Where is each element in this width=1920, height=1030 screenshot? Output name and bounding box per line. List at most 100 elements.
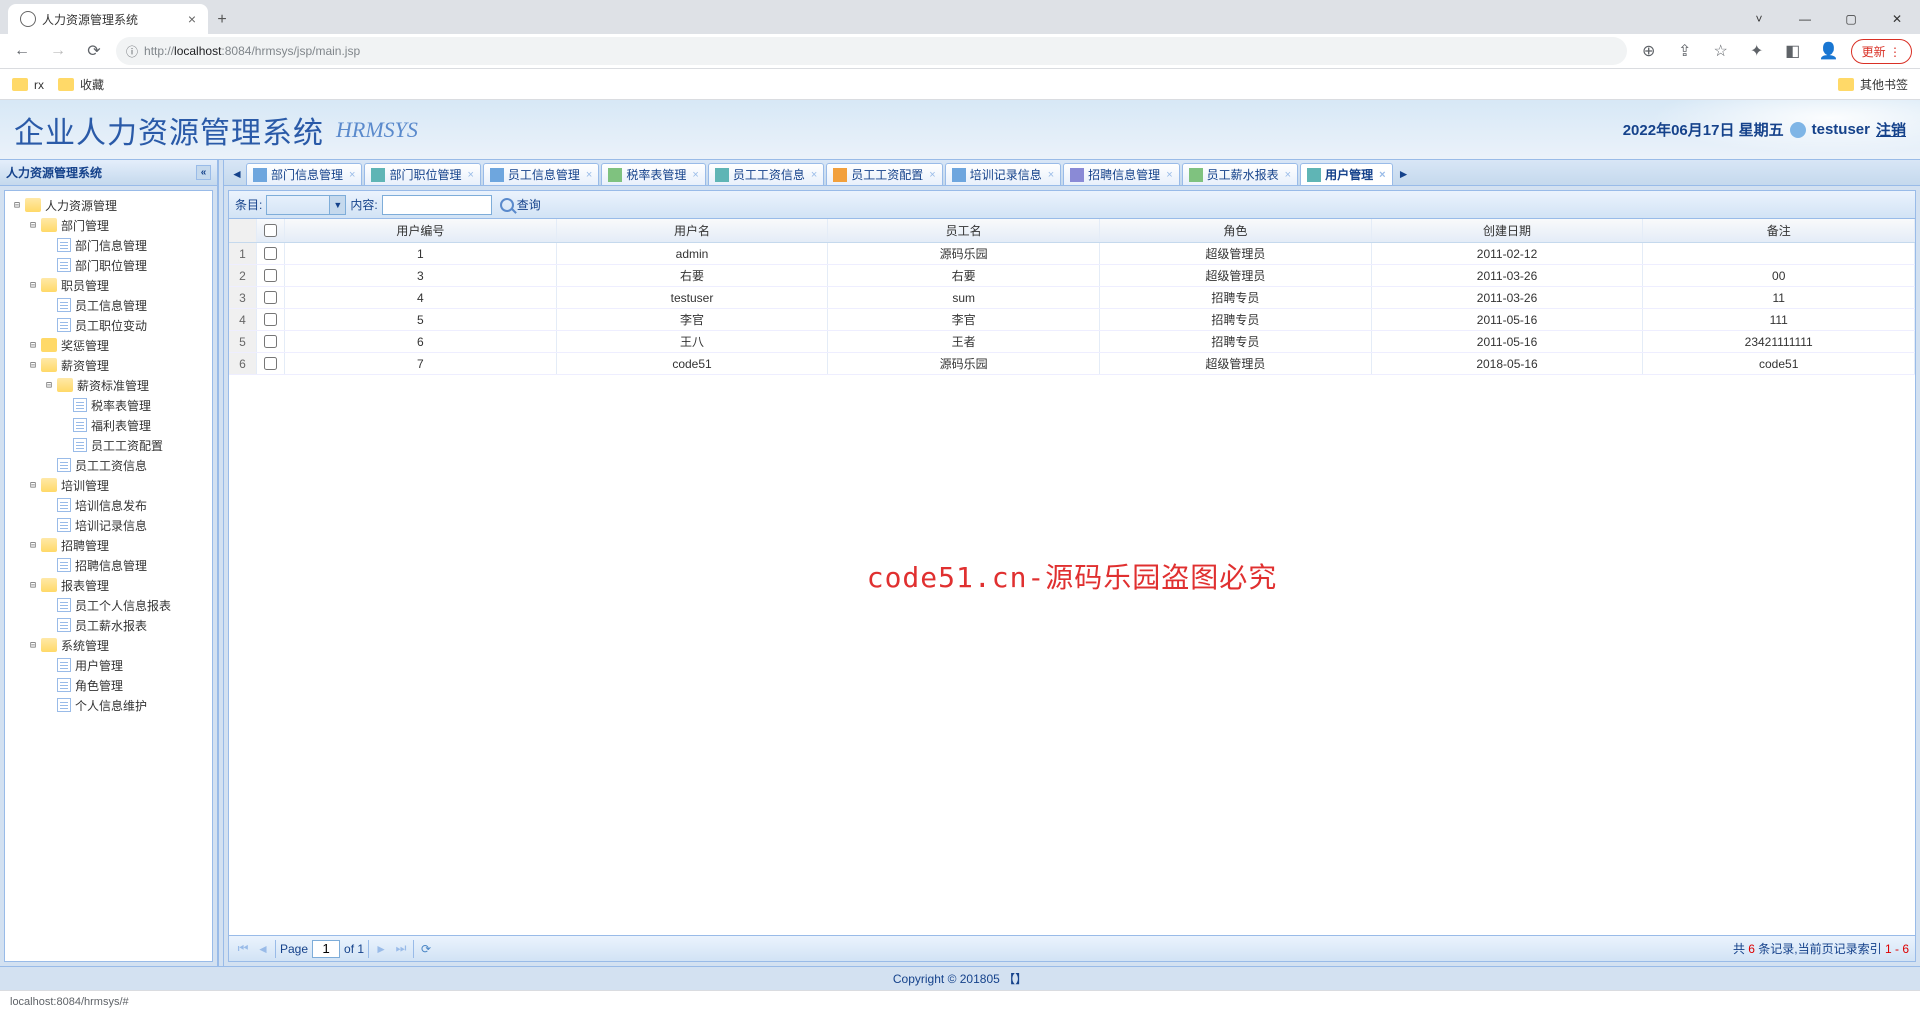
tree-folder[interactable]: ⊟系统管理: [5, 635, 212, 655]
col-header[interactable]: 创建日期: [1372, 219, 1644, 242]
toggle-icon[interactable]: [57, 417, 73, 433]
toggle-icon[interactable]: [57, 397, 73, 413]
table-row[interactable]: 67code51源码乐园超级管理员2018-05-16code51: [229, 353, 1915, 375]
toggle-icon[interactable]: [41, 297, 57, 313]
extensions-icon[interactable]: ✦: [1743, 37, 1771, 65]
close-icon[interactable]: ✕: [1874, 4, 1920, 34]
next-page-icon[interactable]: ►: [373, 941, 389, 957]
row-check[interactable]: [257, 287, 285, 308]
close-tab-icon[interactable]: ×: [1166, 169, 1172, 181]
toggle-icon[interactable]: ⊟: [25, 337, 41, 353]
toggle-icon[interactable]: ⊟: [41, 377, 57, 393]
row-checkbox[interactable]: [264, 269, 277, 282]
toggle-icon[interactable]: [41, 457, 57, 473]
row-checkbox[interactable]: [264, 291, 277, 304]
toggle-icon[interactable]: [41, 237, 57, 253]
browser-tab[interactable]: 人力资源管理系统 ×: [8, 4, 208, 34]
row-check[interactable]: [257, 243, 285, 264]
toggle-icon[interactable]: [41, 557, 57, 573]
toggle-icon[interactable]: ⊟: [25, 217, 41, 233]
row-check[interactable]: [257, 353, 285, 374]
page-input[interactable]: [312, 940, 340, 958]
first-page-icon[interactable]: ⏮: [235, 941, 251, 957]
tree-leaf[interactable]: 个人信息维护: [5, 695, 212, 715]
update-button[interactable]: 更新 ⋮: [1851, 39, 1912, 64]
search-button[interactable]: 查询: [496, 195, 545, 215]
bookmark-item[interactable]: rx: [12, 78, 44, 92]
panel-icon[interactable]: ◧: [1779, 37, 1807, 65]
last-page-icon[interactable]: ⏭: [393, 941, 409, 957]
tab-scroll-left-icon[interactable]: ◄: [228, 163, 246, 185]
tree-leaf[interactable]: 员工工资配置: [5, 435, 212, 455]
close-tab-icon[interactable]: ×: [1048, 169, 1054, 181]
tree-folder[interactable]: ⊟招聘管理: [5, 535, 212, 555]
content-tab[interactable]: 培训记录信息×: [945, 163, 1061, 185]
close-tab-icon[interactable]: ×: [586, 169, 592, 181]
tree-leaf[interactable]: 员工信息管理: [5, 295, 212, 315]
content-tab[interactable]: 部门信息管理×: [246, 163, 362, 185]
close-tab-icon[interactable]: ×: [467, 169, 473, 181]
content-tab[interactable]: 员工信息管理×: [483, 163, 599, 185]
toggle-icon[interactable]: ⊟: [25, 277, 41, 293]
tree-leaf[interactable]: 招聘信息管理: [5, 555, 212, 575]
content-tab[interactable]: 税率表管理×: [601, 163, 705, 185]
tree-folder[interactable]: ⊟职员管理: [5, 275, 212, 295]
tree-leaf[interactable]: 部门信息管理: [5, 235, 212, 255]
tree-leaf[interactable]: 员工薪水报表: [5, 615, 212, 635]
content-tab[interactable]: 部门职位管理×: [364, 163, 480, 185]
row-checkbox[interactable]: [264, 313, 277, 326]
table-row[interactable]: 34testusersum招聘专员2011-03-2611: [229, 287, 1915, 309]
close-tab-icon[interactable]: ×: [188, 11, 196, 27]
tree-leaf[interactable]: 员工职位变动: [5, 315, 212, 335]
toggle-icon[interactable]: ⊟: [25, 477, 41, 493]
table-row[interactable]: 45李官李官招聘专员2011-05-16111: [229, 309, 1915, 331]
tree-leaf[interactable]: 员工个人信息报表: [5, 595, 212, 615]
star-icon[interactable]: ☆: [1707, 37, 1735, 65]
tree-folder[interactable]: ⊟报表管理: [5, 575, 212, 595]
content-tab[interactable]: 员工工资信息×: [708, 163, 824, 185]
tree-leaf[interactable]: 用户管理: [5, 655, 212, 675]
tree-folder[interactable]: ⊟部门管理: [5, 215, 212, 235]
tree-leaf[interactable]: 税率表管理: [5, 395, 212, 415]
maximize-icon[interactable]: ▢: [1828, 4, 1874, 34]
toggle-icon[interactable]: [41, 597, 57, 613]
bookmark-item[interactable]: 收藏: [58, 76, 104, 93]
tree-leaf[interactable]: 角色管理: [5, 675, 212, 695]
toggle-icon[interactable]: ⊟: [9, 197, 25, 213]
toggle-icon[interactable]: [41, 677, 57, 693]
row-check[interactable]: [257, 265, 285, 286]
new-tab-button[interactable]: +: [208, 6, 236, 34]
logout-link[interactable]: 注销: [1876, 119, 1906, 140]
toggle-icon[interactable]: [41, 697, 57, 713]
url-bar[interactable]: ⓘ http://localhost:8084/hrmsys/jsp/main.…: [116, 37, 1627, 65]
tree-folder[interactable]: ⊟奖惩管理: [5, 335, 212, 355]
tree-folder[interactable]: ⊟人力资源管理: [5, 195, 212, 215]
forward-icon[interactable]: →: [44, 37, 72, 65]
row-check[interactable]: [257, 331, 285, 352]
toggle-icon[interactable]: [57, 437, 73, 453]
refresh-icon[interactable]: ⟳: [418, 941, 434, 957]
row-check[interactable]: [257, 309, 285, 330]
tab-scroll-right-icon[interactable]: ►: [1395, 163, 1413, 185]
toggle-icon[interactable]: [41, 617, 57, 633]
tree-folder[interactable]: ⊟培训管理: [5, 475, 212, 495]
close-tab-icon[interactable]: ×: [929, 169, 935, 181]
back-icon[interactable]: ←: [8, 37, 36, 65]
content-tab[interactable]: 招聘信息管理×: [1063, 163, 1179, 185]
prev-page-icon[interactable]: ◄: [255, 941, 271, 957]
table-row[interactable]: 11admin源码乐园超级管理员2011-02-12: [229, 243, 1915, 265]
toggle-icon[interactable]: ⊟: [25, 537, 41, 553]
toggle-icon[interactable]: ⊟: [25, 577, 41, 593]
tree-folder[interactable]: ⊟薪资管理: [5, 355, 212, 375]
row-checkbox[interactable]: [264, 357, 277, 370]
close-tab-icon[interactable]: ×: [1285, 169, 1291, 181]
tree-leaf[interactable]: 部门职位管理: [5, 255, 212, 275]
toggle-icon[interactable]: ⊟: [25, 357, 41, 373]
minimize-icon[interactable]: —: [1782, 4, 1828, 34]
row-checkbox[interactable]: [264, 247, 277, 260]
zoom-icon[interactable]: ⊕: [1635, 37, 1663, 65]
col-header[interactable]: 备注: [1643, 219, 1915, 242]
col-header[interactable]: 角色: [1100, 219, 1372, 242]
tree-leaf[interactable]: 培训记录信息: [5, 515, 212, 535]
select-all-checkbox[interactable]: [264, 224, 277, 237]
